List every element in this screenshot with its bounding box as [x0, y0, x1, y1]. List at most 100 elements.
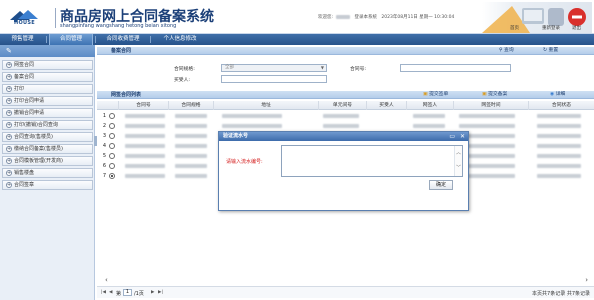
row-select-radio[interactable] — [109, 123, 115, 129]
sidebar-item-label: 合同查询(售楼员) — [14, 134, 53, 140]
contract-no-input[interactable] — [400, 64, 511, 72]
row-select-radio[interactable] — [109, 133, 115, 139]
col-unit-no[interactable]: 单元间号 — [319, 101, 367, 110]
page-suffix: /1页 — [134, 291, 144, 297]
chevron-up-icon[interactable]: ︿ — [456, 149, 461, 156]
minimize-icon[interactable]: ▭ — [449, 132, 455, 141]
horizontal-scrollbar[interactable]: ‹ › — [99, 276, 592, 285]
reset-button-label: 重置 — [548, 48, 559, 53]
header-divider — [55, 8, 56, 28]
row-select-radio[interactable] — [109, 143, 115, 149]
redacted-cell — [459, 124, 515, 128]
row-select-radio[interactable] — [109, 153, 115, 159]
sidebar-item-filed-contract[interactable]: + 备案合同 — [2, 72, 93, 82]
logo-text: HOUSE — [14, 20, 36, 26]
row-select-radio[interactable] — [109, 113, 115, 119]
confirm-button[interactable]: 确定 — [429, 180, 453, 190]
dialog-title-bar[interactable]: 验证流水号 ▭ ✕ — [219, 132, 468, 141]
scroll-left-icon[interactable]: ‹ — [105, 276, 108, 285]
sidebar-item-pay-filing[interactable]: + 缴纳合同备案(售楼员) — [2, 144, 93, 154]
pagination-bar: |◀ ◀ 第 1 /1页 ▶ ▶| 本页共7条记录 共7条记录 — [97, 286, 594, 298]
expand-icon: + — [6, 146, 12, 152]
sidebar-item-print-request[interactable]: + 打印合同申请 — [2, 96, 93, 106]
header-datetime: 2023年08月11日 星期一 10:30:04 — [381, 15, 455, 20]
col-buyer[interactable]: 买受人 — [367, 101, 407, 110]
table-row[interactable]: 2 — [97, 122, 594, 130]
first-page-button[interactable]: |◀ — [101, 290, 106, 295]
relogin-button[interactable]: 重新登录 — [542, 25, 560, 31]
sidebar: ✎ + 网签合同 + 备案合同 + 打印 + 打印合同申请 + 撤销合同申请 + 打印(撤销… — [0, 45, 95, 300]
sidebar-item-contract-seal[interactable]: + 合同签章 — [2, 180, 93, 190]
col-contract-no[interactable]: 合同号 — [119, 101, 169, 110]
submit-filing-label: 提交备案 — [488, 92, 508, 97]
last-page-button[interactable]: ▶| — [158, 290, 163, 295]
page-number-input[interactable]: 1 — [123, 289, 132, 296]
redacted-cell — [125, 124, 165, 128]
redacted-cell — [537, 144, 581, 148]
next-page-button[interactable]: ▶ — [151, 290, 154, 295]
nav-separator — [150, 36, 151, 43]
submit-filing-button[interactable]: ▣ 提交备案 — [482, 91, 507, 99]
submit-sign-button[interactable]: ▣ 提交签单 — [423, 91, 448, 99]
query-button[interactable]: ⚲ 查询 — [499, 47, 514, 55]
textarea-scrollbar[interactable]: ︿ ﹀ — [454, 146, 462, 176]
sidebar-item-template-management[interactable]: + 合同模板管理(开发商) — [2, 156, 93, 166]
login-text: 登录本系统 — [354, 15, 377, 20]
redacted-cell — [222, 114, 282, 118]
redacted-cell — [175, 114, 207, 118]
contract-type-label: 合同规格: — [174, 67, 195, 72]
prev-page-button[interactable]: ◀ — [109, 290, 112, 295]
chevron-down-icon: ▼ — [320, 65, 324, 70]
serial-number-textarea[interactable]: ︿ ﹀ — [281, 145, 463, 177]
redacted-cell — [125, 144, 165, 148]
row-select-radio[interactable] — [109, 163, 115, 169]
nav-contract-fees[interactable]: 合同收费管理 — [98, 34, 148, 45]
sidebar-item-label: 打印 — [14, 86, 25, 92]
contract-type-select[interactable]: 全部 ▼ — [221, 64, 327, 72]
col-sign-time[interactable]: 网签时间 — [454, 101, 529, 110]
redacted-cell — [537, 114, 581, 118]
table-row[interactable]: 1 — [97, 112, 594, 120]
sidebar-item-label: 打印合同申请 — [14, 98, 45, 104]
reset-button[interactable]: ↻ 重置 — [543, 47, 558, 55]
redacted-cell — [125, 134, 165, 138]
expand-icon: + — [6, 110, 12, 116]
query-button-label: 查询 — [504, 48, 514, 53]
row-number: 5 — [102, 153, 106, 159]
list-section-title: 网签合同列表 — [111, 92, 142, 98]
exit-button[interactable]: 退出 — [572, 25, 581, 31]
sidebar-item-contract-query[interactable]: + 合同查询(售楼员) — [2, 132, 93, 142]
sidebar-item-online-contract[interactable]: + 网签合同 — [2, 60, 93, 70]
verify-serial-dialog: 验证流水号 ▭ ✕ 请输入流水编号: ︿ ﹀ 确定 — [218, 131, 469, 211]
redacted-cell — [175, 144, 207, 148]
nav-contract-management[interactable]: 合同管理 — [49, 34, 93, 45]
contract-type-value: 全部 — [225, 65, 234, 70]
redacted-cell — [175, 174, 207, 178]
nav-presale[interactable]: 预售管理 — [0, 34, 45, 45]
row-number: 2 — [102, 123, 106, 129]
row-number: 6 — [102, 163, 106, 169]
close-icon[interactable]: ✕ — [460, 132, 465, 141]
col-contract-type[interactable]: 合同规格 — [169, 101, 214, 110]
col-status[interactable]: 合同状态 — [529, 101, 594, 110]
home-button[interactable]: 首页 — [510, 25, 519, 31]
col-signer[interactable]: 网签人 — [407, 101, 454, 110]
buyer-input[interactable] — [221, 75, 327, 83]
chevron-down-icon[interactable]: ﹀ — [456, 164, 461, 171]
expand-icon: + — [6, 134, 12, 140]
welcome-label: 欢迎您: — [318, 15, 334, 20]
sidebar-item-print-revoke-query[interactable]: + 打印(撤销)合同查询 — [2, 120, 93, 130]
redacted-cell — [323, 114, 359, 118]
redacted-cell — [175, 134, 207, 138]
detail-button[interactable]: ◉ 详细 — [550, 91, 565, 99]
col-address[interactable]: 地址 — [214, 101, 319, 110]
sidebar-item-sales-building[interactable]: + 销售楼盘 — [2, 168, 93, 178]
row-number: 1 — [102, 113, 106, 119]
sidebar-item-print[interactable]: + 打印 — [2, 84, 93, 94]
row-select-radio[interactable] — [109, 173, 115, 179]
scroll-right-icon[interactable]: › — [585, 276, 588, 285]
nav-profile[interactable]: 个人信息修改 — [152, 34, 208, 45]
sidebar-item-revoke-request[interactable]: + 撤销合同申请 — [2, 108, 93, 118]
list-section-header: 网签合同列表 ▣ 提交签单 ▣ 提交备案 ◉ 详细 — [97, 91, 594, 99]
search-section-title: 备案合同 — [111, 48, 132, 54]
